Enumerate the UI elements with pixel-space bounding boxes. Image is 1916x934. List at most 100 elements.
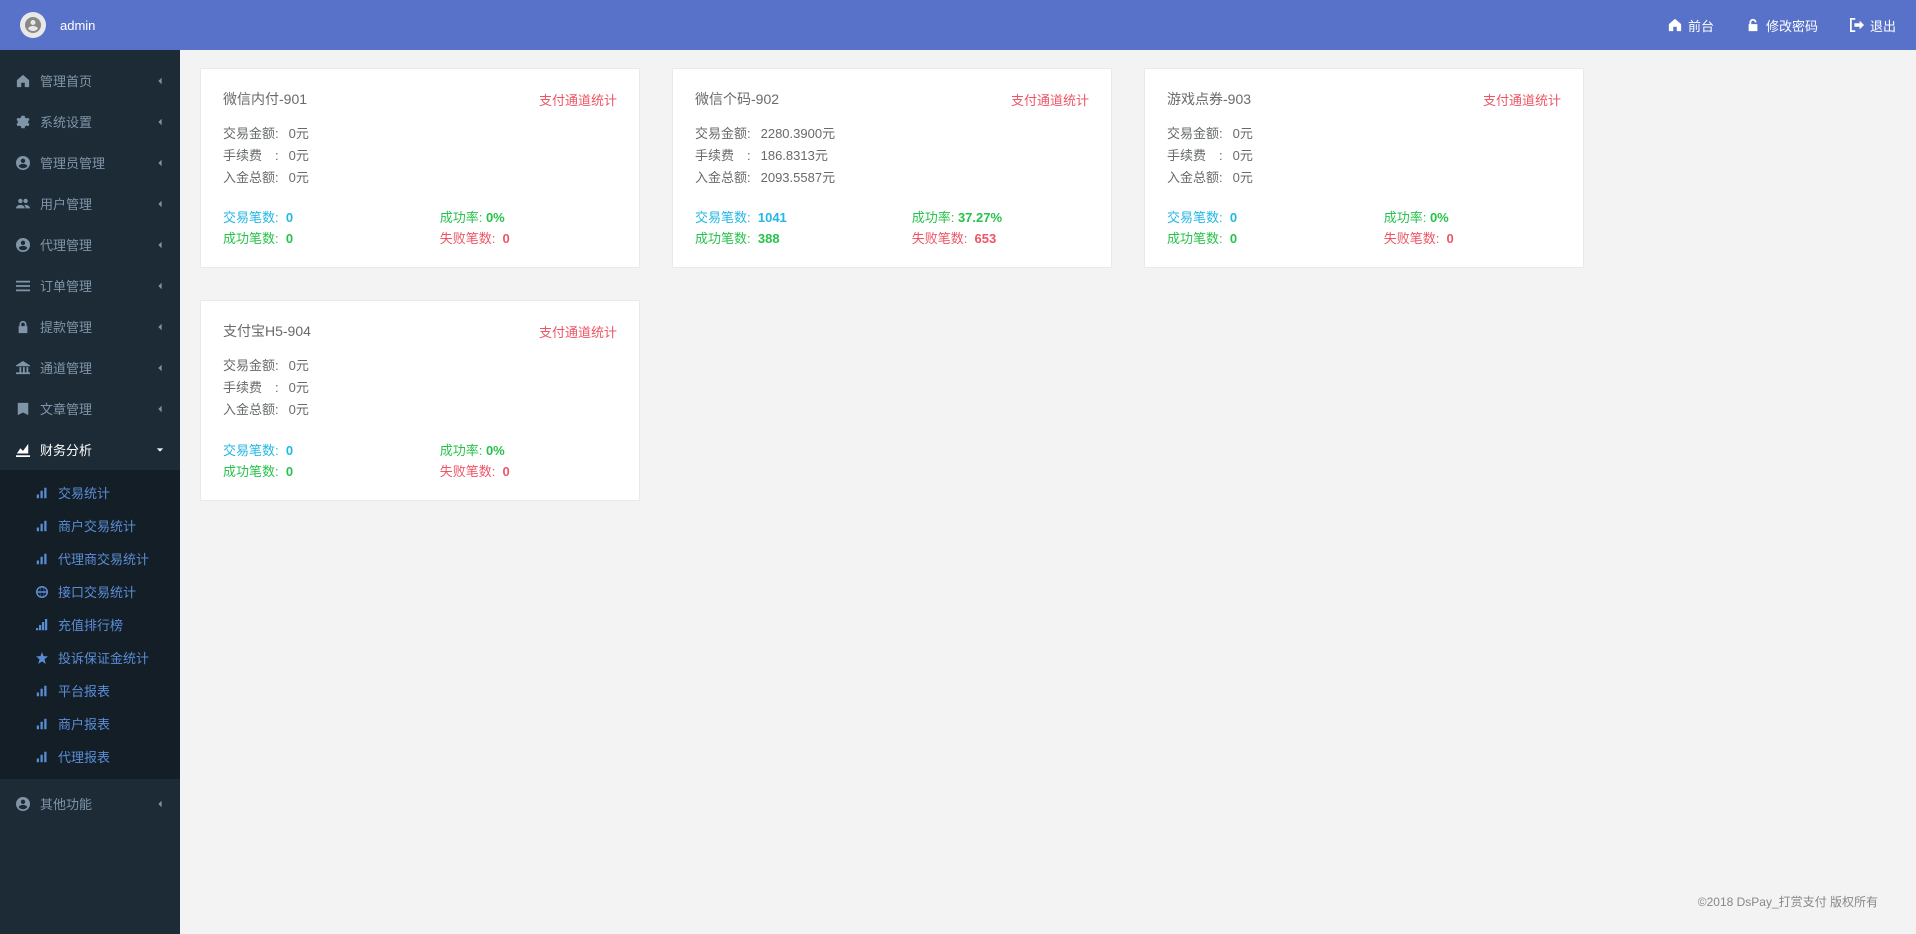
- logout-icon: [1850, 18, 1864, 32]
- chevron-left-icon: [156, 364, 164, 372]
- nav-item[interactable]: 文章管理: [0, 388, 180, 429]
- nav-label: 通道管理: [40, 358, 92, 377]
- trade-amount-line: 交易金额: 0元: [223, 355, 617, 377]
- channel-card: 游戏点券-903支付通道统计交易金额: 0元手续费 : 0元入金总额: 0元交易…: [1144, 68, 1584, 268]
- trade-count: 交易笔数: 0: [223, 207, 440, 226]
- sub-label: 充值排行榜: [58, 615, 123, 634]
- bar-icon: [36, 520, 48, 532]
- chevron-left-icon: [156, 200, 164, 208]
- card-tag: 支付通道统计: [539, 322, 617, 341]
- bar-icon: [36, 751, 48, 763]
- front-link[interactable]: 前台: [1668, 16, 1714, 35]
- fee-line: 手续费 : 0元: [1167, 145, 1561, 167]
- card-tag: 支付通道统计: [539, 90, 617, 109]
- nav-label: 文章管理: [40, 399, 92, 418]
- nav-item-other[interactable]: 其他功能: [0, 783, 180, 824]
- sub-label: 平台报表: [58, 681, 110, 700]
- success-rate: 成功率: 0%: [440, 440, 617, 459]
- sub-label: 接口交易统计: [58, 582, 136, 601]
- sub-menu: 交易统计商户交易统计代理商交易统计接口交易统计充值排行榜投诉保证金统计平台报表商…: [0, 470, 180, 779]
- trade-count: 交易笔数: 0: [1167, 207, 1384, 226]
- sub-label: 代理报表: [58, 747, 110, 766]
- unlock-icon: [1746, 18, 1760, 32]
- channel-card: 微信内付-901支付通道统计交易金额: 0元手续费 : 0元入金总额: 0元交易…: [200, 68, 640, 268]
- sub-label: 商户交易统计: [58, 516, 136, 535]
- fail-count: 失败笔数: 0: [440, 228, 617, 247]
- nav-label: 提款管理: [40, 317, 92, 336]
- sub-label: 投诉保证金统计: [58, 648, 149, 667]
- top-right: 前台 修改密码 退出: [1668, 16, 1896, 35]
- deposit-line: 入金总额: 0元: [223, 167, 617, 189]
- logout-link[interactable]: 退出: [1850, 16, 1896, 35]
- change-password-label: 修改密码: [1766, 16, 1818, 35]
- cogs-icon: [16, 115, 30, 129]
- sub-item[interactable]: 投诉保证金统计: [0, 641, 180, 674]
- sub-item[interactable]: 代理商交易统计: [0, 542, 180, 575]
- nav-item[interactable]: 代理管理: [0, 224, 180, 265]
- cards-wrap: 微信内付-901支付通道统计交易金额: 0元手续费 : 0元入金总额: 0元交易…: [200, 68, 1896, 501]
- fee-line: 手续费 : 0元: [223, 145, 617, 167]
- sub-item[interactable]: 交易统计: [0, 476, 180, 509]
- nav-item[interactable]: 通道管理: [0, 347, 180, 388]
- chevron-left-icon: [156, 77, 164, 85]
- signal-icon: [36, 619, 48, 631]
- sub-item[interactable]: 商户交易统计: [0, 509, 180, 542]
- sub-label: 商户报表: [58, 714, 110, 733]
- nav-label: 财务分析: [40, 440, 92, 459]
- list-icon: [16, 279, 30, 293]
- bar-icon: [36, 718, 48, 730]
- nav-item[interactable]: 管理员管理: [0, 142, 180, 183]
- nav-item[interactable]: 用户管理: [0, 183, 180, 224]
- chevron-down-icon: [156, 446, 164, 454]
- nav-item[interactable]: 系统设置: [0, 101, 180, 142]
- front-label: 前台: [1688, 16, 1714, 35]
- card-tag: 支付通道统计: [1483, 90, 1561, 109]
- fail-count: 失败笔数: 0: [1384, 228, 1561, 247]
- chevron-left-icon: [156, 282, 164, 290]
- globe-icon: [36, 586, 48, 598]
- home-icon: [1668, 18, 1682, 32]
- nav-label: 其他功能: [40, 794, 92, 813]
- book-icon: [16, 402, 30, 416]
- chevron-left-icon: [156, 241, 164, 249]
- fee-line: 手续费 : 0元: [223, 377, 617, 399]
- deposit-line: 入金总额: 2093.5587元: [695, 167, 1089, 189]
- deposit-line: 入金总额: 0元: [223, 399, 617, 421]
- success-rate: 成功率: 0%: [440, 207, 617, 226]
- nav-label: 系统设置: [40, 112, 92, 131]
- sidebar: 管理首页系统设置管理员管理用户管理代理管理订单管理提款管理通道管理文章管理 财务…: [0, 50, 180, 934]
- change-password-link[interactable]: 修改密码: [1746, 16, 1818, 35]
- nav-label: 管理首页: [40, 71, 92, 90]
- card-tag: 支付通道统计: [1011, 90, 1089, 109]
- username: admin: [60, 18, 95, 33]
- lock-icon: [16, 320, 30, 334]
- chevron-left-icon: [156, 118, 164, 126]
- success-count: 成功笔数: 388: [695, 228, 912, 247]
- nav-item[interactable]: 管理首页: [0, 60, 180, 101]
- fail-count: 失败笔数: 0: [440, 461, 617, 480]
- trade-count: 交易笔数: 1041: [695, 207, 912, 226]
- nav-label: 订单管理: [40, 276, 92, 295]
- bar-icon: [36, 487, 48, 499]
- channel-card: 微信个码-902支付通道统计交易金额: 2280.3900元手续费 : 186.…: [672, 68, 1112, 268]
- success-count: 成功笔数: 0: [223, 461, 440, 480]
- chevron-left-icon: [156, 323, 164, 331]
- sub-item[interactable]: 平台报表: [0, 674, 180, 707]
- sub-item[interactable]: 商户报表: [0, 707, 180, 740]
- users-icon: [16, 197, 30, 211]
- sub-item[interactable]: 代理报表: [0, 740, 180, 773]
- success-rate: 成功率: 37.27%: [912, 207, 1089, 226]
- sub-item[interactable]: 充值排行榜: [0, 608, 180, 641]
- nav-item[interactable]: 提款管理: [0, 306, 180, 347]
- card-title: 支付宝H5-904: [223, 321, 311, 341]
- nav-item[interactable]: 订单管理: [0, 265, 180, 306]
- top-left: admin: [20, 12, 95, 38]
- trade-amount-line: 交易金额: 2280.3900元: [695, 123, 1089, 145]
- chevron-left-icon: [156, 405, 164, 413]
- bank-icon: [16, 361, 30, 375]
- card-title: 微信内付-901: [223, 89, 307, 109]
- bar-icon: [36, 685, 48, 697]
- top-bar: admin 前台 修改密码 退出: [0, 0, 1916, 50]
- nav-item-finance[interactable]: 财务分析: [0, 429, 180, 470]
- sub-item[interactable]: 接口交易统计: [0, 575, 180, 608]
